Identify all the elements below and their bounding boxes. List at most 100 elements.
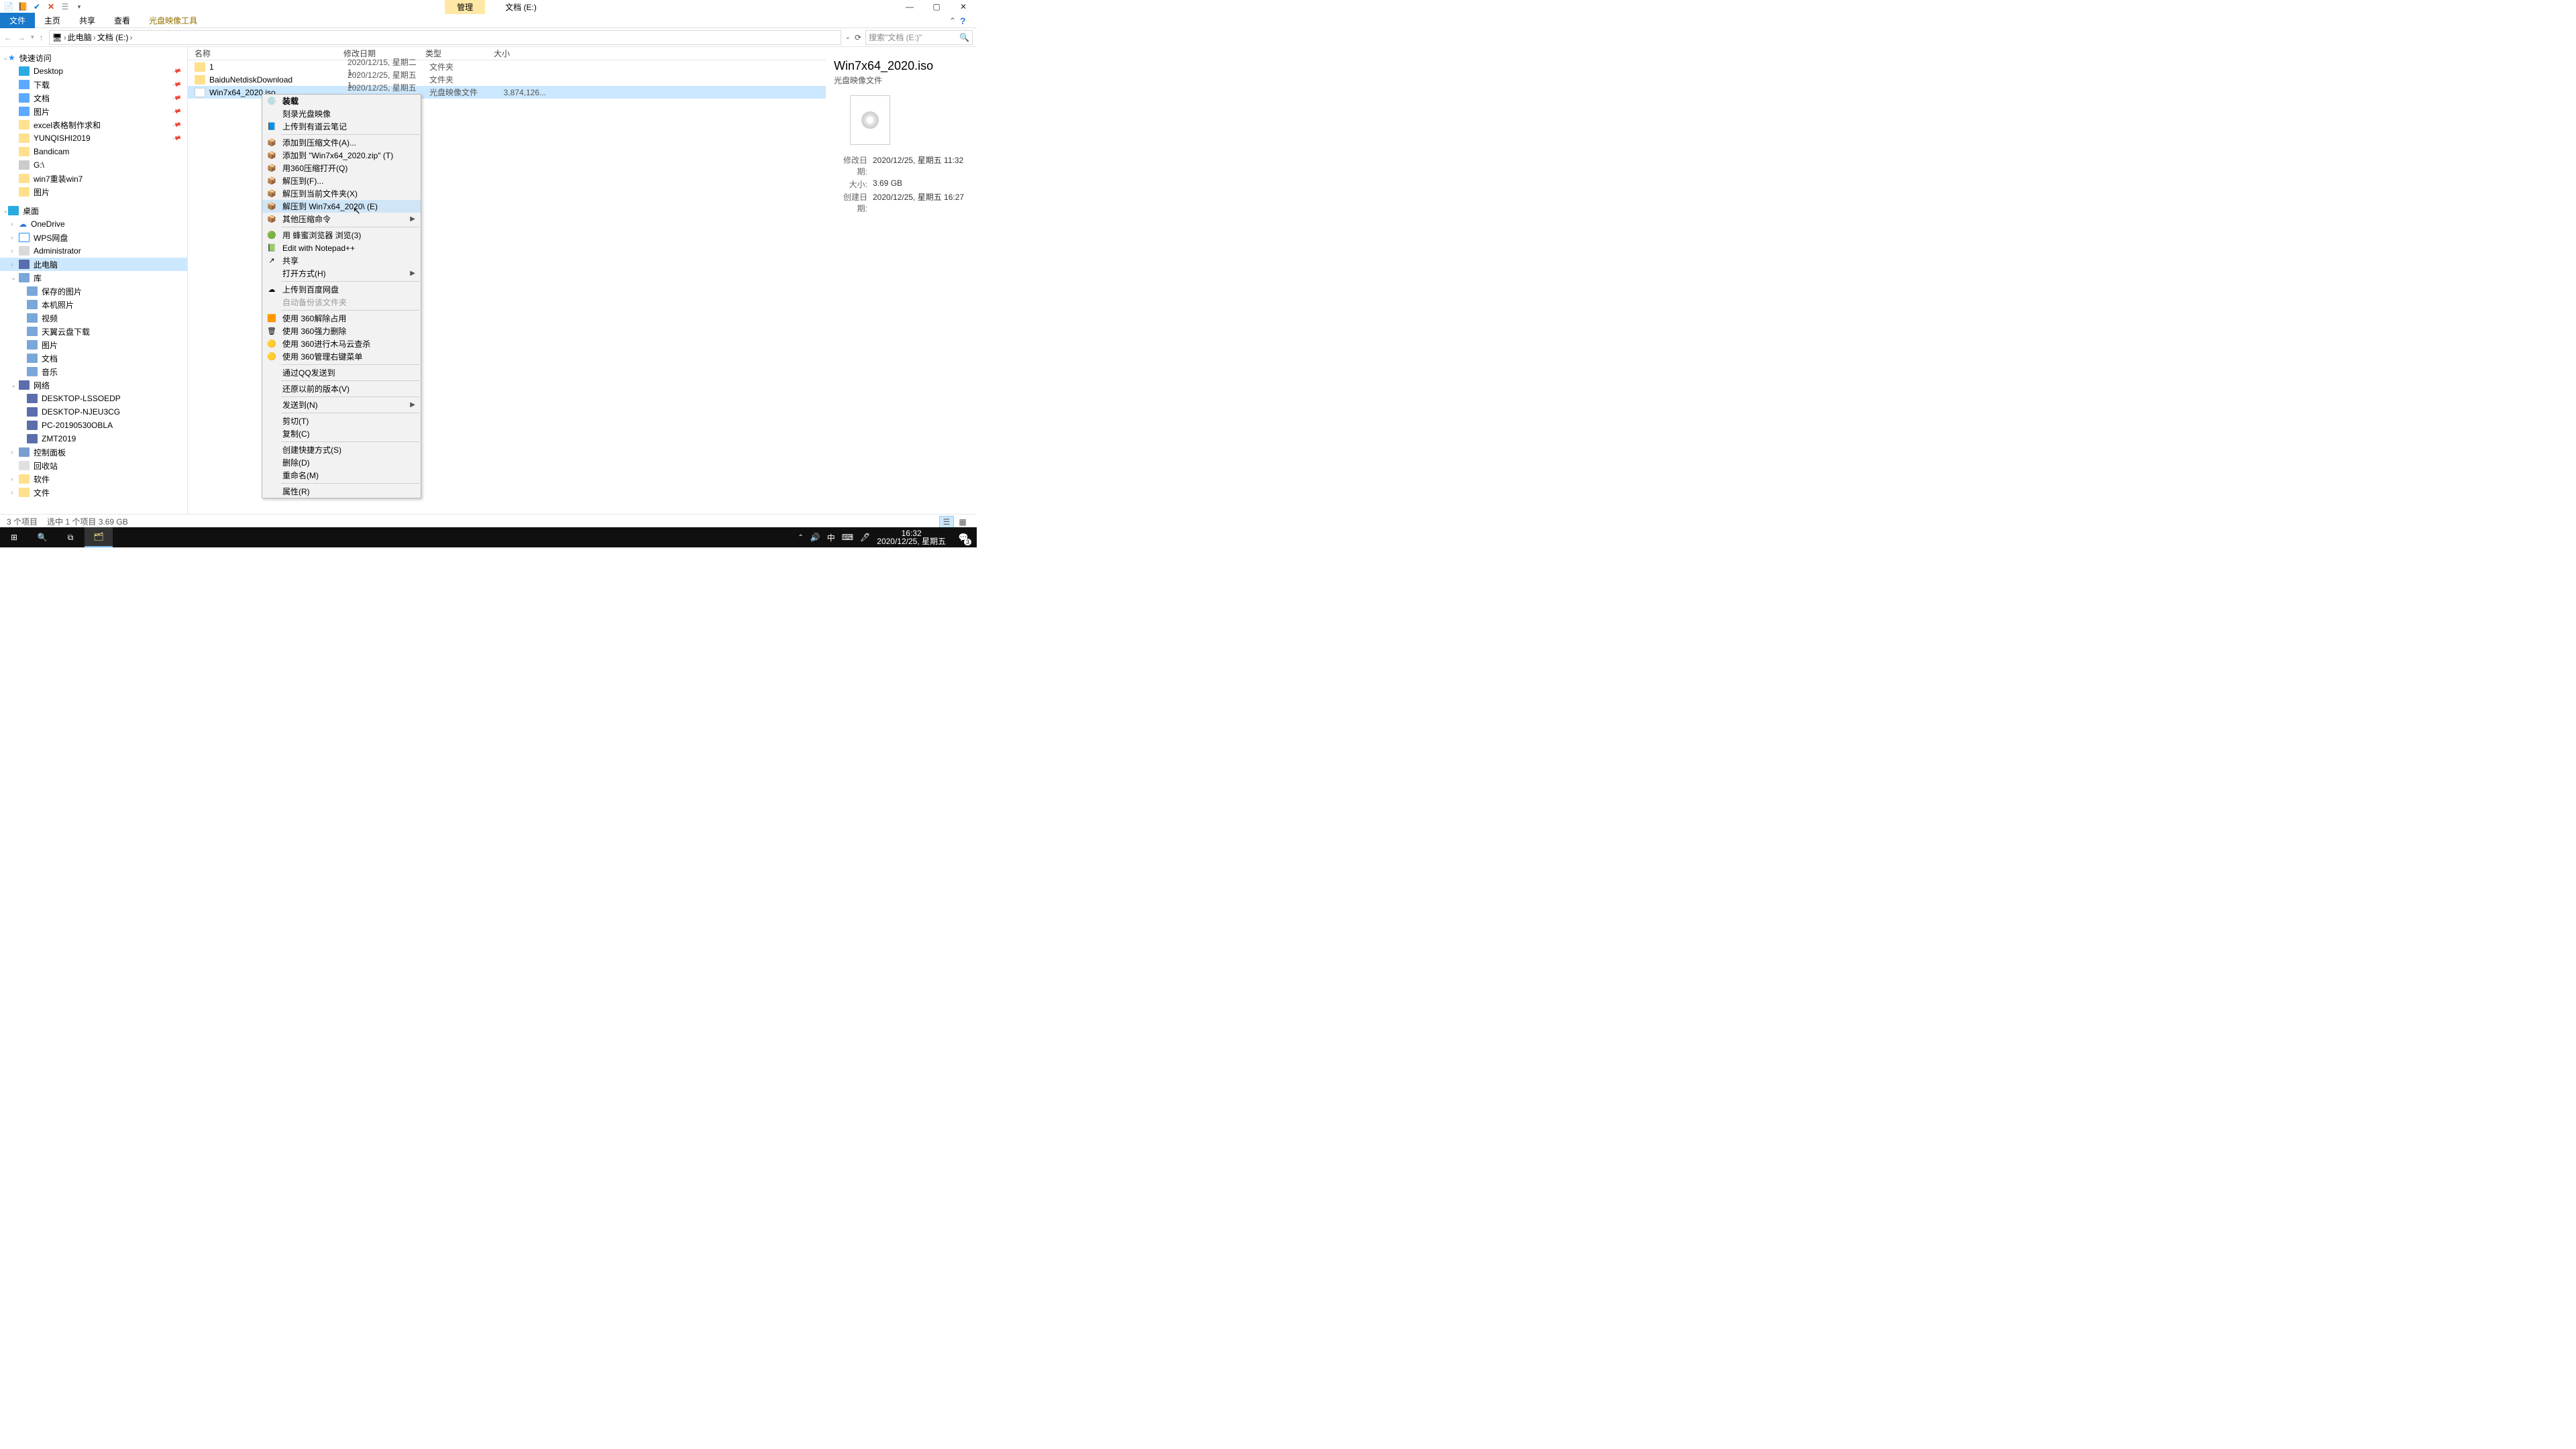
ribbon-tab-view[interactable]: 查看 [105,13,140,28]
context-menu-item[interactable]: 📦添加到压缩文件(A)... [262,136,421,149]
context-menu-item[interactable]: 🟡使用 360管理右键菜单 [262,350,421,363]
tree-control-panel[interactable]: ›控制面板 [0,445,187,459]
address-dropdown-icon[interactable]: ⌄ [845,34,851,41]
tree-libraries[interactable]: ⌄库 [0,271,187,284]
tray-ime[interactable]: 中 [827,532,835,543]
context-menu-item[interactable]: 📦其他压缩命令▶ [262,213,421,225]
tree-net1[interactable]: DESKTOP-LSSOEDP [0,392,187,405]
tree-desktop[interactable]: Desktop📌 [0,64,187,78]
tree-onedrive[interactable]: ›☁OneDrive [0,217,187,231]
nav-back-button[interactable]: ← [4,33,12,42]
view-details-button[interactable]: ☰ [939,516,954,528]
qat-dropdown-icon[interactable]: ▾ [73,1,85,13]
tree-images[interactable]: 图片 [0,185,187,199]
tree-pictures[interactable]: 图片📌 [0,105,187,118]
tree-net2[interactable]: DESKTOP-NJEU3CG [0,405,187,419]
context-menu-item[interactable]: 复制(C) [262,427,421,440]
tray-volume-icon[interactable]: 🔊 [810,533,820,542]
minimize-button[interactable]: — [896,0,923,13]
tree-camera-roll[interactable]: 本机照片 [0,298,187,311]
context-menu-item[interactable]: 📦添加到 "Win7x64_2020.zip" (T) [262,149,421,162]
col-name[interactable]: 名称 [188,48,337,59]
help-button[interactable]: ? [960,15,977,26]
qat-open-icon[interactable]: ✔ [31,1,43,13]
context-menu-item[interactable]: 🗑使用 360强力删除 [262,325,421,337]
context-menu-item[interactable]: 🟢用 蜂蜜浏览器 浏览(3) [262,229,421,241]
tree-lib-music[interactable]: 音乐 [0,365,187,378]
tree-lib-docs[interactable]: 文档 [0,352,187,365]
context-menu-item[interactable]: 创建快捷方式(S) [262,443,421,456]
context-menu-item[interactable]: 📗Edit with Notepad++ [262,241,421,254]
context-menu-item[interactable]: 还原以前的版本(V) [262,382,421,395]
ribbon-tab-home[interactable]: 主页 [35,13,70,28]
context-menu-item[interactable]: 📘上传到有道云笔记 [262,120,421,133]
context-menu-item[interactable]: 发送到(N)▶ [262,398,421,411]
tree-lib-pics[interactable]: 图片 [0,338,187,352]
context-menu-item[interactable]: 重命名(M) [262,469,421,482]
context-menu-item[interactable]: 剪切(T) [262,415,421,427]
file-row[interactable]: BaiduNetdiskDownload 2020/12/25, 星期五 1..… [188,73,826,86]
explorer-taskbar-button[interactable]: 🗂 [85,527,113,547]
start-button[interactable]: ⊞ [0,527,28,547]
search-button[interactable]: 🔍 [28,527,56,547]
maximize-button[interactable]: ▢ [923,0,950,13]
task-view-button[interactable]: ⧉ [56,527,85,547]
ribbon-expand-icon[interactable]: ⌃ [949,16,960,25]
tree-excel-folder[interactable]: excel表格制作求和📌 [0,118,187,131]
tree-yunqishi[interactable]: YUNQISHI2019📌 [0,131,187,145]
tree-admin[interactable]: ›Administrator [0,244,187,258]
qat-properties-icon[interactable]: ☰ [59,1,71,13]
context-menu-item[interactable]: 通过QQ发送到 [262,366,421,379]
qat-book-icon[interactable]: 📙 [17,1,29,13]
tray-expand-icon[interactable]: ⌃ [798,534,803,541]
tray-input-icon[interactable]: 🖊 [860,533,870,542]
ribbon-tab-file[interactable]: 文件 [0,13,35,28]
close-button[interactable]: ✕ [950,0,977,13]
tree-recycle[interactable]: 回收站 [0,459,187,472]
nav-forward-button[interactable]: → [17,33,25,42]
tree-gdrive[interactable]: G:\ [0,158,187,172]
ribbon-tab-iso-tools[interactable]: 光盘映像工具 [140,13,207,28]
context-menu-item[interactable]: 刻录光盘映像 [262,107,421,120]
tray-clock[interactable]: 16:32 2020/12/25, 星期五 [877,529,946,545]
tree-quick-access[interactable]: ⌄★快速访问 [0,51,187,64]
breadcrumb-pc[interactable]: 此电脑 [68,32,92,43]
breadcrumb[interactable]: 🖥 › 此电脑 › 文档 (E:) › [49,30,841,45]
context-menu-item[interactable]: ↗共享 [262,254,421,267]
tree-downloads[interactable]: 下载📌 [0,78,187,91]
tree-bandicam[interactable]: Bandicam [0,145,187,158]
qat-icon-1[interactable]: 📄 [3,1,15,13]
ribbon-tab-share[interactable]: 共享 [70,13,105,28]
tree-net3[interactable]: PC-20190530OBLA [0,419,187,432]
nav-up-button[interactable]: ↑ [40,33,44,42]
context-menu-item[interactable]: 🟧使用 360解除占用 [262,312,421,325]
context-menu-item[interactable]: 属性(R) [262,485,421,498]
context-menu-item[interactable]: 删除(D) [262,456,421,469]
file-row[interactable]: 1 2020/12/15, 星期二 1... 文件夹 [188,60,826,73]
nav-recent-dropdown[interactable]: ▾ [31,34,34,41]
tree-desktop-root[interactable]: ⌄桌面 [0,204,187,217]
tree-this-pc[interactable]: ›此电脑 [0,258,187,271]
tree-tianyi[interactable]: 天翼云盘下载 [0,325,187,338]
tree-network[interactable]: ⌄网络 [0,378,187,392]
tray-notifications[interactable]: 💬3 [953,527,974,547]
context-menu-item[interactable]: 💿装载 [262,95,421,107]
context-menu-item[interactable]: 📦解压到(F)... [262,174,421,187]
view-icons-button[interactable]: ▦ [955,516,970,528]
context-menu-item[interactable]: 打开方式(H)▶ [262,267,421,280]
context-menu-item[interactable]: 🟡使用 360进行木马云查杀 [262,337,421,350]
col-size[interactable]: 大小 [487,48,535,59]
tray-keyboard-icon[interactable]: ⌨ [842,533,853,542]
tree-saved-pics[interactable]: 保存的图片 [0,284,187,298]
context-menu-item[interactable]: ☁上传到百度网盘 [262,283,421,296]
qat-delete-icon[interactable]: ✕ [45,1,57,13]
tree-wps[interactable]: ›WPS网盘 [0,231,187,244]
tree-soft[interactable]: ›软件 [0,472,187,486]
breadcrumb-drive[interactable]: 文档 (E:) [97,32,129,43]
tree-net4[interactable]: ZMT2019 [0,432,187,445]
tree-win7-folder[interactable]: win7重装win7 [0,172,187,185]
context-menu-item[interactable]: 📦用360压缩打开(Q) [262,162,421,174]
context-menu-item[interactable]: 📦解压到当前文件夹(X) [262,187,421,200]
context-menu-item[interactable]: 📦解压到 Win7x64_2020\ (E) [262,200,421,213]
tree-files[interactable]: ›文件 [0,486,187,499]
